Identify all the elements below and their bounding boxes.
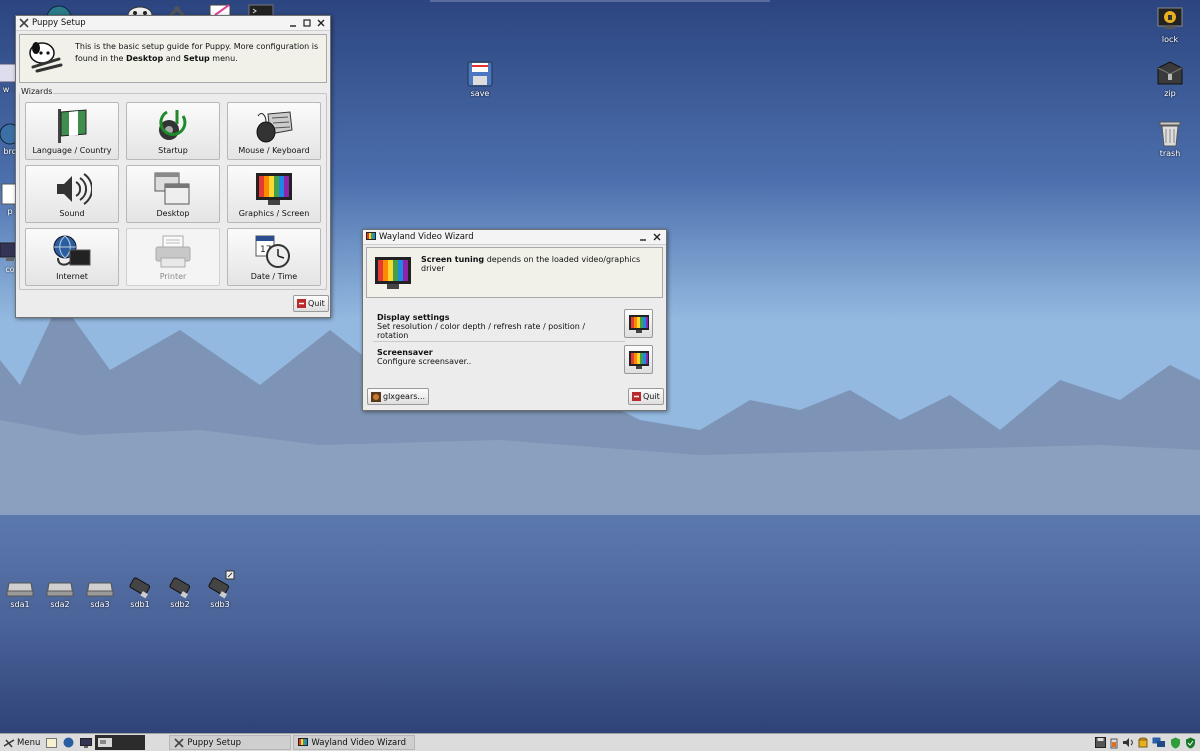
- network-icon[interactable]: [1152, 737, 1166, 748]
- task-puppy-setup[interactable]: Puppy Setup: [169, 735, 292, 750]
- top-drawer-strip: [430, 0, 770, 2]
- menu-button[interactable]: Menu: [0, 735, 43, 750]
- monitor-rainbow-icon: [366, 232, 376, 240]
- volume-icon[interactable]: [1122, 737, 1134, 748]
- workspace-thumbnail-icon: [98, 738, 113, 747]
- wizard-language-country-button[interactable]: Language / Country: [25, 102, 119, 160]
- minimize-button[interactable]: [287, 17, 299, 29]
- task-video-wizard[interactable]: Wayland Video Wizard: [293, 735, 416, 750]
- setup-intro-text: This is the basic setup guide for Puppy.…: [75, 42, 319, 63]
- video-wizard-header-text: Screen tuning depends on the loaded vide…: [421, 255, 641, 273]
- lock-icon: [1157, 7, 1183, 29]
- display-settings-desc: Set resolution / color depth / refresh r…: [377, 322, 586, 340]
- wizard-internet-button[interactable]: Internet: [25, 228, 119, 286]
- monitor-rainbow-icon: [298, 737, 309, 746]
- workspace-pager[interactable]: [95, 735, 146, 750]
- minimize-button[interactable]: [637, 231, 649, 243]
- usb-drive-mounted-icon: [208, 570, 235, 599]
- wizard-printer-button[interactable]: Printer: [126, 228, 220, 286]
- maximize-icon: [303, 19, 311, 27]
- calendar-clock-icon: 17: [255, 235, 290, 268]
- screensaver-desc: Configure screensaver..: [377, 357, 472, 366]
- video-wizard-titlebar[interactable]: Wayland Video Wizard: [363, 230, 666, 245]
- save-tray-icon[interactable]: [1095, 737, 1106, 748]
- close-button[interactable]: [315, 17, 327, 29]
- display-settings-title: Display settings: [377, 313, 450, 322]
- setup-intro-panel: This is the basic setup guide for Puppy.…: [19, 34, 327, 83]
- quit-icon: [297, 299, 306, 308]
- tools-icon: [174, 737, 184, 748]
- desktop-icon-lock[interactable]: lock: [1140, 4, 1200, 44]
- close-icon: [317, 19, 325, 27]
- minimize-icon: [290, 25, 296, 27]
- computer-launcher-icon[interactable]: [77, 735, 95, 750]
- tools-icon: [19, 18, 29, 28]
- security-icon[interactable]: [1185, 737, 1196, 749]
- firewall-shield-icon[interactable]: [1170, 737, 1181, 749]
- wizard-mouse-keyboard-button[interactable]: Mouse / Keyboard: [227, 102, 321, 160]
- video-wizard-window: Wayland Video Wizard Screen tuning depen…: [362, 229, 667, 411]
- wizard-sound-button[interactable]: Sound: [25, 165, 119, 223]
- power-gear-icon: [159, 110, 187, 140]
- taskbar: Menu Puppy Setup Wayland Video Wizard: [0, 733, 1200, 751]
- archive-box-icon: [1157, 61, 1183, 85]
- glxgears-button[interactable]: glxgears...: [367, 388, 430, 405]
- puppy-menu-icon: [3, 738, 15, 747]
- desktop: w bro p co lock zip trash save sda1 sda2…: [0, 0, 1200, 733]
- maximize-button[interactable]: [301, 17, 313, 29]
- drive-icon-sdb3[interactable]: sdb3: [190, 570, 250, 609]
- flag-icon: [58, 109, 87, 143]
- quit-icon: [632, 392, 641, 401]
- show-desktop-icon[interactable]: [43, 735, 60, 750]
- window-title: Puppy Setup: [32, 18, 86, 28]
- system-tray: [1091, 735, 1196, 750]
- printer-icon: [155, 235, 191, 268]
- display-settings-button[interactable]: [624, 309, 653, 338]
- window-title: Wayland Video Wizard: [379, 232, 474, 242]
- minimize-icon: [640, 239, 646, 241]
- desktop-icon-trash[interactable]: trash: [1140, 118, 1200, 158]
- battery-icon[interactable]: [1110, 737, 1118, 749]
- glxgears-icon: [371, 391, 381, 402]
- desktop-icon-zip[interactable]: zip: [1140, 58, 1200, 98]
- puppy-setup-titlebar[interactable]: Puppy Setup: [16, 16, 330, 31]
- video-wizard-header: Screen tuning depends on the loaded vide…: [366, 247, 663, 298]
- desktop-icon-save[interactable]: save: [450, 60, 510, 98]
- globe-network-icon: [53, 235, 91, 266]
- puppy-setup-quit-button[interactable]: Quit: [293, 295, 329, 312]
- wizard-desktop-button[interactable]: Desktop: [126, 165, 220, 223]
- desktop-windows-icon: [154, 172, 190, 205]
- wizards-label: Wizards: [20, 87, 54, 96]
- wizard-graphics-screen-button[interactable]: Graphics / Screen: [227, 165, 321, 223]
- wizard-date-time-button[interactable]: 17 Date / Time: [227, 228, 321, 286]
- monitor-rainbow-icon: [628, 350, 649, 369]
- screensaver-title: Screensaver: [377, 348, 433, 357]
- floppy-disk-icon: [467, 61, 493, 87]
- trash-icon: [1159, 121, 1181, 147]
- storage-icon[interactable]: [1138, 737, 1148, 749]
- puppy-setup-window: Puppy Setup This is the basic setup guid…: [15, 15, 331, 318]
- monitor-rainbow-icon: [375, 257, 411, 289]
- wizard-startup-button[interactable]: Startup: [126, 102, 220, 160]
- monitor-rainbow-icon: [256, 173, 292, 205]
- monitor-rainbow-icon: [628, 314, 649, 333]
- video-wizard-quit-button[interactable]: Quit: [628, 388, 664, 405]
- mouse-keyboard-icon: [256, 111, 293, 143]
- speaker-icon: [57, 173, 92, 205]
- display-settings-row: Display settings Set resolution / color …: [377, 313, 617, 340]
- screensaver-row: Screensaver Configure screensaver..: [377, 348, 617, 366]
- row-divider: [373, 341, 625, 342]
- browser-launcher-icon[interactable]: [60, 735, 77, 750]
- close-button[interactable]: [651, 231, 663, 243]
- puppy-logo-icon: [29, 42, 63, 73]
- screensaver-button[interactable]: [624, 345, 653, 374]
- close-icon: [653, 233, 661, 241]
